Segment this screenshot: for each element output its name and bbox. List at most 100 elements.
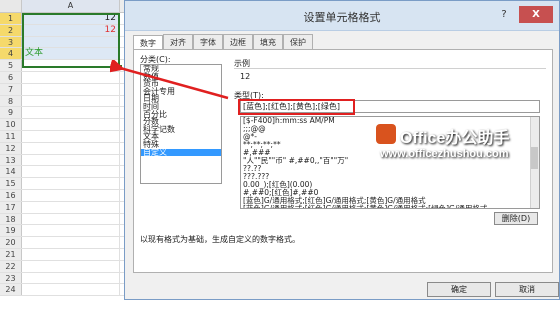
sheet-row: 13 xyxy=(0,154,135,167)
sheet-row: 7 xyxy=(0,83,135,96)
row-number[interactable]: 5 xyxy=(0,60,22,71)
sheet-row: 16 xyxy=(0,189,135,202)
cell-a22[interactable] xyxy=(22,260,120,272)
cancel-button[interactable]: 取消 xyxy=(495,282,559,297)
delete-button[interactable]: 删除(D) xyxy=(494,212,538,225)
cell-a7[interactable] xyxy=(22,83,120,95)
row-number[interactable]: 18 xyxy=(0,213,22,225)
sheet-row: 18 xyxy=(0,213,135,226)
cell-a15[interactable] xyxy=(22,178,120,189)
row-number[interactable]: 2 xyxy=(0,24,22,36)
sheet-row: 3 xyxy=(0,36,135,49)
help-button[interactable]: ? xyxy=(491,6,517,23)
row-number[interactable]: 7 xyxy=(0,83,22,95)
row-number[interactable]: 10 xyxy=(0,119,22,130)
row-number[interactable]: 9 xyxy=(0,107,22,119)
sheet-row: 6 xyxy=(0,71,135,84)
cell-a2[interactable]: 12 xyxy=(22,24,120,36)
tab-4[interactable]: 填充 xyxy=(253,34,283,50)
row-number[interactable]: 15 xyxy=(0,178,22,189)
cell-a11[interactable] xyxy=(22,130,120,142)
row-number[interactable]: 21 xyxy=(0,248,22,260)
office-logo-icon xyxy=(376,124,396,144)
row-number[interactable]: 13 xyxy=(0,154,22,166)
sheet-row: 17 xyxy=(0,201,135,214)
row-number[interactable]: 24 xyxy=(0,284,22,296)
row-number[interactable]: 4 xyxy=(0,48,22,60)
row-number[interactable]: 14 xyxy=(0,166,22,178)
cell-a13[interactable] xyxy=(22,154,120,166)
cell-a6[interactable] xyxy=(22,71,120,83)
sheet-row: 20 xyxy=(0,237,135,249)
row-number[interactable]: 3 xyxy=(0,36,22,48)
sheet-row: 24 xyxy=(0,284,135,297)
cell-a12[interactable] xyxy=(22,142,120,154)
sheet-row: 5 xyxy=(0,60,135,72)
tab-1[interactable]: 对齐 xyxy=(163,34,193,50)
cell-a5[interactable] xyxy=(22,60,120,71)
sheet-row: 14 xyxy=(0,166,135,179)
row-number[interactable]: 6 xyxy=(0,71,22,83)
row-number[interactable]: 1 xyxy=(0,13,22,24)
sheet-row: 4 文本 xyxy=(0,48,135,61)
sheet-row: 21 xyxy=(0,248,135,261)
cell-a20[interactable] xyxy=(22,237,120,248)
cell-a24[interactable] xyxy=(22,284,120,296)
row-number[interactable]: 12 xyxy=(0,142,22,154)
row-number[interactable]: 22 xyxy=(0,260,22,272)
category-list[interactable]: 常规 数值 货币 会计专用 日期 时间 百分比 分数 科学记数 文本 特殊 自定义 xyxy=(140,64,222,184)
type-highlight-box xyxy=(238,99,355,115)
watermark: Office办公助手 www.officezhushou.com xyxy=(370,120,560,170)
cell-a18[interactable] xyxy=(22,213,120,225)
cell-a3[interactable] xyxy=(22,36,120,48)
tab-2[interactable]: 字体 xyxy=(193,34,223,50)
sheet-row: 9 xyxy=(0,107,135,120)
select-all-corner[interactable] xyxy=(0,0,22,13)
spreadsheet: A 1 12 2 12 3 4 文本 5 6 7 8 9 10 11 12 13 14 15 16 17 18 19 20 2… xyxy=(0,0,135,310)
tab-5[interactable]: 保护 xyxy=(283,34,313,50)
dialog-titlebar[interactable]: 设置单元格格式 ? X xyxy=(125,1,559,31)
sample-value: 12 xyxy=(240,72,251,81)
category-item[interactable]: 自定义 xyxy=(141,148,221,157)
cell-a17[interactable] xyxy=(22,201,120,213)
row-number[interactable]: 23 xyxy=(0,272,22,284)
sheet-row: 15 xyxy=(0,178,135,190)
fill-handle[interactable] xyxy=(117,65,122,70)
cell-a23[interactable] xyxy=(22,272,120,284)
row-number[interactable]: 11 xyxy=(0,130,22,142)
cell-a21[interactable] xyxy=(22,248,120,260)
sample-divider xyxy=(234,68,546,69)
cell-a14[interactable] xyxy=(22,166,120,178)
rows-container: 1 12 2 12 3 4 文本 5 6 7 8 9 10 11 12 13 14 15 16 17 18 19 20 21 2… xyxy=(0,13,135,297)
row-number[interactable]: 20 xyxy=(0,237,22,248)
row-number[interactable]: 8 xyxy=(0,95,22,107)
sheet-row: 1 12 xyxy=(0,13,135,25)
sheet-row: 22 xyxy=(0,260,135,273)
cell-a9[interactable] xyxy=(22,107,120,119)
cell-a16[interactable] xyxy=(22,189,120,201)
row-number[interactable]: 17 xyxy=(0,201,22,213)
cell-a1[interactable]: 12 xyxy=(22,13,120,24)
row-number[interactable]: 16 xyxy=(0,189,22,201)
tab-3[interactable]: 边框 xyxy=(223,34,253,50)
watermark-url: www.officezhushou.com xyxy=(380,148,509,160)
sheet-row: 23 xyxy=(0,272,135,285)
tab-strip: 数字 对齐 字体 边框 填充 保护 xyxy=(133,34,313,51)
row-number[interactable]: 19 xyxy=(0,225,22,237)
sheet-row: 2 12 xyxy=(0,24,135,37)
sheet-row: 8 xyxy=(0,95,135,108)
cell-a4[interactable]: 文本 xyxy=(22,48,120,60)
column-header-a[interactable]: A xyxy=(22,0,120,13)
close-button[interactable]: X xyxy=(519,6,553,23)
sheet-row: 19 xyxy=(0,225,135,238)
cell-a19[interactable] xyxy=(22,225,120,237)
ok-button[interactable]: 确定 xyxy=(427,282,491,297)
cell-a8[interactable] xyxy=(22,95,120,107)
sheet-row: 10 xyxy=(0,119,135,131)
description-text: 以现有格式为基础，生成自定义的数字格式。 xyxy=(140,235,300,244)
format-item[interactable]: [蓝色]G/通用格式;[红色]G/通用格式;[黄色]G/通用格式;[绿色]G/通… xyxy=(241,205,539,209)
sheet-row: 11 xyxy=(0,130,135,143)
watermark-title: Office办公助手 xyxy=(400,130,510,147)
sheet-row: 12 xyxy=(0,142,135,155)
cell-a10[interactable] xyxy=(22,119,120,130)
